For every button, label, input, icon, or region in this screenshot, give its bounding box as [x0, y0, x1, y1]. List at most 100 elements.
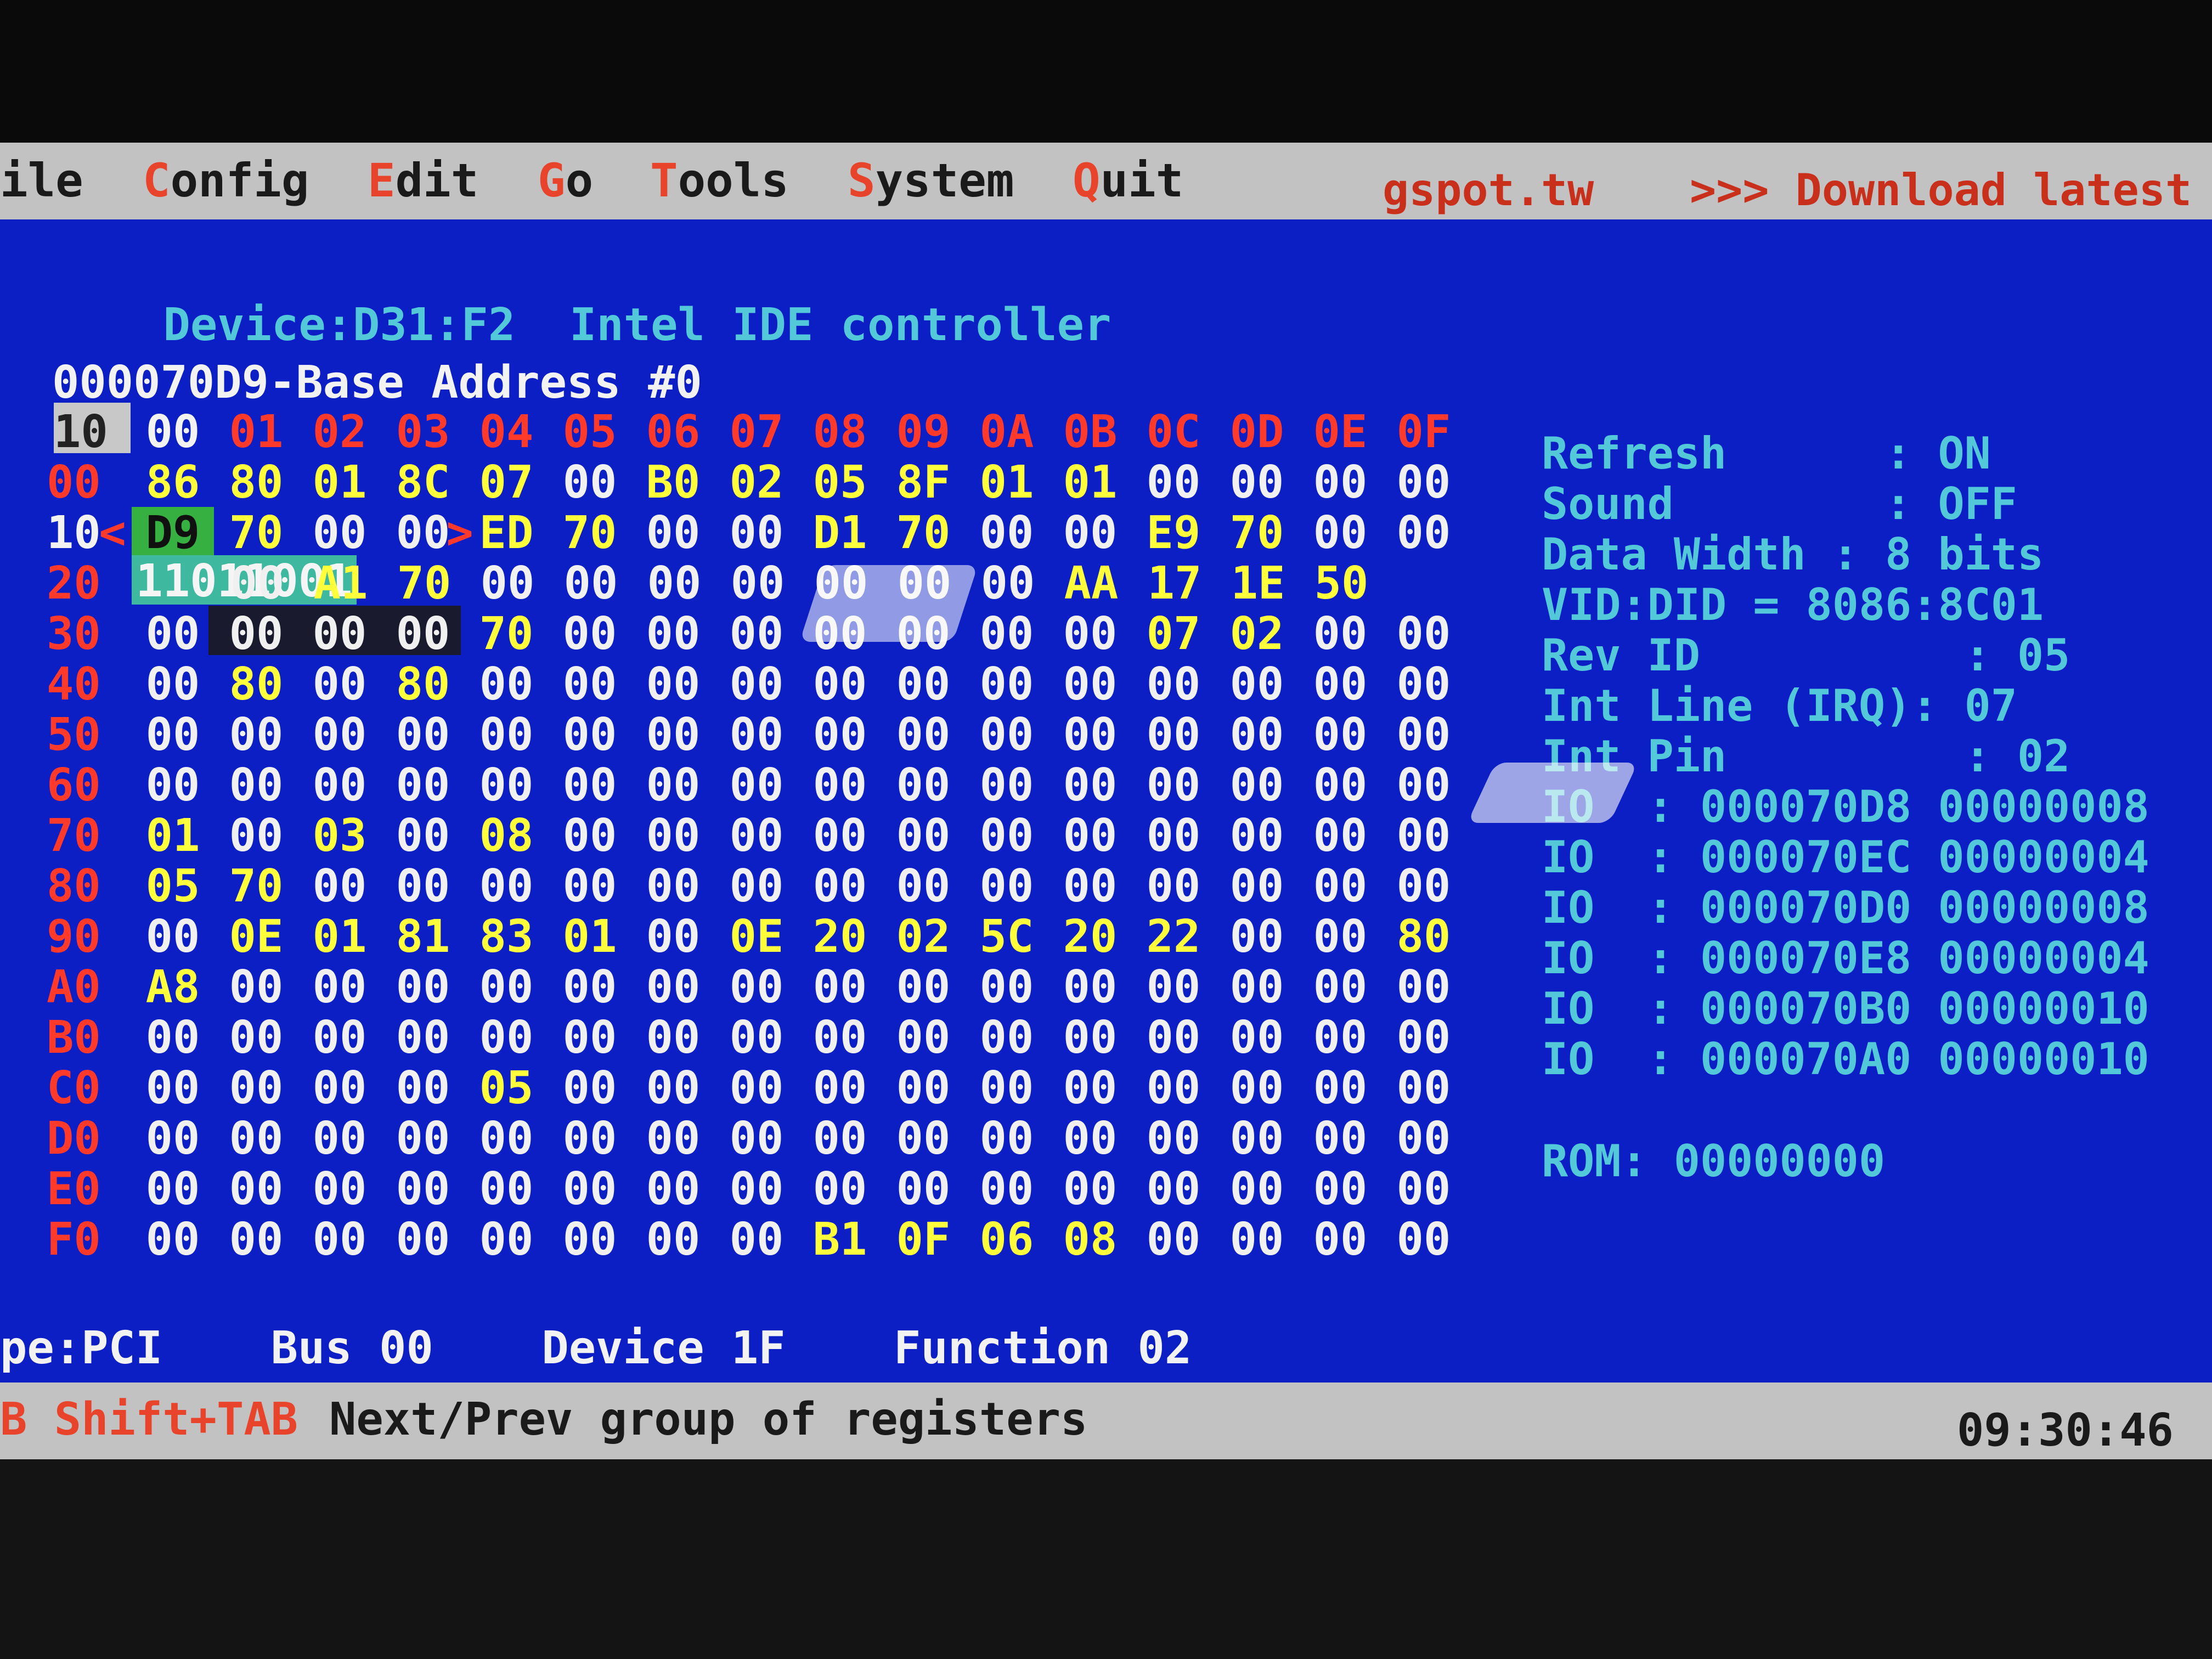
- register-cell[interactable]: 00: [799, 759, 881, 811]
- register-cell[interactable]: 00: [1383, 608, 1465, 660]
- register-cell[interactable]: 00: [216, 557, 298, 610]
- register-cell[interactable]: 00: [1299, 456, 1381, 509]
- register-cell[interactable]: 00: [1216, 860, 1298, 912]
- register-cell[interactable]: 0E: [215, 911, 297, 963]
- register-cell[interactable]: 80: [215, 658, 297, 710]
- register-cell[interactable]: 00: [465, 759, 548, 811]
- register-cell[interactable]: 00: [549, 810, 631, 862]
- register-cell[interactable]: 00: [1383, 658, 1465, 710]
- register-cell[interactable]: 00: [966, 608, 1048, 660]
- register-cell[interactable]: 00: [298, 1214, 381, 1266]
- register-cell[interactable]: 70: [1216, 507, 1298, 559]
- register-cell[interactable]: 00: [1216, 961, 1298, 1013]
- register-cell[interactable]: 00: [1299, 709, 1381, 761]
- register-cell[interactable]: 07: [465, 456, 548, 509]
- register-cell[interactable]: B1: [799, 1214, 881, 1266]
- register-cell[interactable]: 00: [1383, 1012, 1465, 1064]
- register-cell[interactable]: 00: [132, 1214, 214, 1266]
- register-cell[interactable]: 00: [1132, 961, 1215, 1013]
- register-cell[interactable]: 00: [1383, 1062, 1465, 1114]
- register-cell[interactable]: 00: [1383, 456, 1465, 509]
- register-cell[interactable]: A8: [132, 961, 214, 1013]
- register-cell[interactable]: 00: [215, 1163, 297, 1215]
- register-cell[interactable]: 00: [549, 1113, 631, 1165]
- register-cell[interactable]: 00: [550, 557, 632, 610]
- register-cell[interactable]: 01: [966, 456, 1048, 509]
- register-cell[interactable]: 80: [215, 456, 297, 509]
- register-cell[interactable]: 00: [1049, 860, 1131, 912]
- register-cell[interactable]: B0: [632, 456, 714, 509]
- register-cell[interactable]: 07: [1132, 608, 1215, 660]
- register-cell[interactable]: 00: [1383, 709, 1465, 761]
- menu-go[interactable]: Go: [538, 154, 593, 207]
- register-cell[interactable]: 00: [967, 557, 1049, 610]
- register-cell[interactable]: 00: [465, 1113, 548, 1165]
- register-cell[interactable]: 02: [1216, 608, 1298, 660]
- register-cell[interactable]: 00: [799, 1062, 881, 1114]
- register-cell[interactable]: 8F: [882, 456, 964, 509]
- register-cell[interactable]: 00: [1049, 608, 1131, 660]
- register-cell[interactable]: 00: [966, 507, 1048, 559]
- register-cell[interactable]: 00: [882, 1062, 964, 1114]
- register-cell[interactable]: 17: [1133, 557, 1216, 610]
- register-cell[interactable]: 00: [298, 759, 381, 811]
- menu-edit[interactable]: Edit: [368, 154, 478, 207]
- register-cell[interactable]: 00: [632, 1113, 714, 1165]
- register-cell[interactable]: 00: [215, 1062, 297, 1114]
- register-cell[interactable]: 00: [549, 1062, 631, 1114]
- refresh-status[interactable]: Refresh : ON: [1542, 428, 1991, 479]
- register-cell[interactable]: 00: [215, 759, 297, 811]
- register-cell[interactable]: 80: [1383, 911, 1465, 963]
- register-cell[interactable]: 00: [882, 1012, 964, 1064]
- register-cell[interactable]: 01: [549, 911, 631, 963]
- register-cell[interactable]: 00: [1216, 1214, 1298, 1266]
- register-cell[interactable]: 00: [799, 961, 881, 1013]
- register-cell[interactable]: 00: [1383, 860, 1465, 912]
- register-cell[interactable]: 00: [549, 608, 631, 660]
- register-cell[interactable]: 00: [1299, 507, 1381, 559]
- register-cell[interactable]: 00: [1132, 759, 1215, 811]
- register-cell[interactable]: 80: [382, 658, 464, 710]
- register-cell[interactable]: 00: [1299, 658, 1381, 710]
- register-cell[interactable]: 00: [549, 709, 631, 761]
- register-cell[interactable]: 00: [1049, 658, 1131, 710]
- register-cell[interactable]: 08: [465, 810, 548, 862]
- register-cell[interactable]: 00: [549, 1012, 631, 1064]
- register-cell[interactable]: 02: [882, 911, 964, 963]
- register-cell[interactable]: 00: [298, 1163, 381, 1215]
- register-cell[interactable]: 00: [1049, 810, 1131, 862]
- register-cell[interactable]: 00: [465, 1214, 548, 1266]
- register-cell[interactable]: 22: [1132, 911, 1215, 963]
- register-cell[interactable]: 00: [632, 961, 714, 1013]
- register-cell[interactable]: 00: [1049, 1163, 1131, 1215]
- menu-tools[interactable]: Tools: [650, 154, 789, 207]
- register-cell[interactable]: 00: [298, 608, 381, 660]
- register-cell[interactable]: 00: [132, 608, 214, 660]
- register-cell[interactable]: 00: [382, 810, 464, 862]
- register-cell[interactable]: 20: [1049, 911, 1131, 963]
- site-link[interactable]: gspot.tw: [1383, 165, 1594, 216]
- register-cell[interactable]: 00: [1049, 507, 1131, 559]
- register-cell[interactable]: 00: [215, 961, 297, 1013]
- register-cell[interactable]: 00: [966, 1062, 1048, 1114]
- register-cell[interactable]: 00: [382, 1012, 464, 1064]
- register-cell[interactable]: 00: [298, 709, 381, 761]
- register-cell[interactable]: 00: [632, 1012, 714, 1064]
- register-cell[interactable]: 83: [465, 911, 548, 963]
- register-cell[interactable]: 00: [799, 860, 881, 912]
- register-cell[interactable]: 05: [799, 456, 881, 509]
- register-cell[interactable]: 00: [298, 1113, 381, 1165]
- register-cell[interactable]: 00: [966, 1012, 1048, 1064]
- register-cell[interactable]: 00: [465, 709, 548, 761]
- register-cell[interactable]: 00: [1383, 759, 1465, 811]
- register-cell[interactable]: D1: [799, 507, 881, 559]
- data-width[interactable]: Data Width : 8 bits: [1542, 529, 2044, 580]
- register-cell[interactable]: 00: [882, 759, 964, 811]
- register-cell[interactable]: 00: [632, 1214, 714, 1266]
- register-cell[interactable]: 1E: [1217, 557, 1299, 610]
- register-cell[interactable]: 00: [966, 658, 1048, 710]
- register-cell[interactable]: 00: [382, 860, 464, 912]
- register-cell[interactable]: 00: [1132, 1113, 1215, 1165]
- register-cell[interactable]: 00: [215, 608, 297, 660]
- register-cell[interactable]: 00: [799, 810, 881, 862]
